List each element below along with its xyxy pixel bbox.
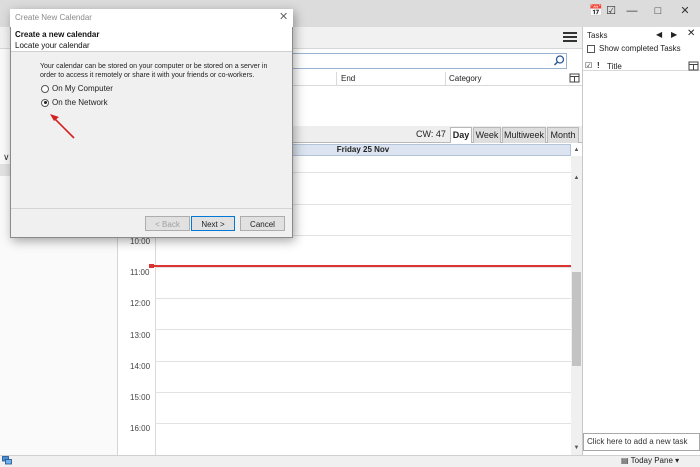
dialog-description: Your calendar can be stored on your comp… — [40, 63, 268, 79]
hour-label: 11:00 — [130, 268, 150, 277]
column-separator — [336, 72, 337, 85]
hour-label: 12:00 — [130, 299, 151, 308]
title-column[interactable]: Title — [607, 62, 622, 71]
dialog-close-icon[interactable]: ✕ — [279, 10, 288, 23]
hour-line — [155, 329, 571, 330]
chevron-down-icon: ▾ — [675, 456, 680, 465]
tab-week[interactable]: Week — [473, 127, 501, 143]
network-status-icon[interactable] — [2, 456, 12, 465]
previous-pane-icon[interactable]: ◀ — [656, 30, 662, 39]
hour-line — [155, 361, 571, 362]
column-separator — [445, 72, 446, 85]
completed-column-icon[interactable]: ☑ — [585, 61, 592, 70]
dialog-separator — [11, 208, 292, 209]
add-task-input[interactable]: Click here to add a new task — [583, 433, 700, 451]
radio-selected-icon[interactable] — [41, 98, 49, 107]
search-icon[interactable] — [552, 54, 566, 68]
radio-label: On My Computer — [52, 84, 113, 93]
tab-multiweek[interactable]: Multiweek — [502, 127, 546, 143]
back-button[interactable]: < Back — [145, 216, 190, 231]
scrollbar-thumb[interactable] — [572, 272, 581, 366]
cancel-button[interactable]: Cancel — [240, 216, 285, 231]
scroll-up-icon[interactable]: ▲ — [572, 175, 581, 181]
show-completed-tasks-checkbox[interactable]: Show completed Tasks — [587, 44, 681, 56]
calendar-week-label: CW: 47 — [416, 129, 446, 139]
hour-line — [155, 392, 571, 393]
checkbox-icon[interactable] — [587, 44, 595, 53]
tasks-pane-title: Tasks — [587, 31, 608, 40]
next-pane-icon[interactable]: ▶ — [671, 30, 677, 39]
tasks-list-header — [583, 58, 700, 71]
hour-label: 15:00 — [130, 393, 151, 402]
column-category[interactable]: Category — [449, 74, 481, 83]
annotation-arrow-icon — [50, 114, 75, 139]
today-pane-icon: ▤ — [621, 456, 629, 465]
column-end[interactable]: End — [341, 74, 355, 83]
next-button[interactable]: Next > — [191, 216, 235, 231]
hamburger-menu-icon[interactable] — [562, 30, 578, 44]
hour-line — [155, 267, 571, 268]
event-search-input[interactable] — [290, 53, 567, 69]
hour-line — [155, 298, 571, 299]
tasks-toggle-icon[interactable]: ☑ — [601, 4, 621, 18]
today-pane-button[interactable]: ▤ Today Pane ▾ — [621, 455, 679, 467]
radio-unselected-icon[interactable] — [41, 84, 49, 93]
close-window-button[interactable]: ✕ — [675, 4, 695, 18]
current-time-marker — [149, 264, 154, 268]
hour-label: 16:00 — [130, 424, 151, 433]
hour-line — [155, 423, 571, 424]
radio-label: On the Network — [52, 98, 108, 107]
close-pane-icon[interactable]: ✕ — [687, 28, 695, 39]
hour-label: 14:00 — [130, 362, 151, 371]
maximize-button[interactable]: □ — [648, 4, 668, 18]
radio-on-the-network[interactable]: On the Network — [41, 98, 108, 107]
column-picker-icon[interactable] — [688, 61, 699, 71]
dialog-window-title: Create New Calendar — [15, 13, 92, 22]
column-picker-icon[interactable] — [569, 73, 580, 83]
today-pane-label: Today Pane — [630, 456, 673, 465]
chevron-down-icon[interactable]: ∨ — [3, 152, 10, 163]
priority-column[interactable]: ! — [597, 61, 600, 70]
scroll-up-icon[interactable]: ▲ — [572, 147, 581, 153]
dialog-heading: Create a new calendar — [15, 30, 100, 39]
hour-label: 10:00 — [130, 237, 151, 246]
dialog-subheading: Locate your calendar — [15, 41, 90, 50]
current-time-indicator — [150, 265, 571, 267]
scroll-down-icon[interactable]: ▼ — [572, 445, 581, 451]
status-bar — [0, 455, 700, 467]
minimize-button[interactable]: — — [622, 4, 642, 18]
tasks-pane — [582, 27, 700, 455]
hour-label: 13:00 — [130, 331, 151, 340]
tab-day[interactable]: Day — [450, 127, 472, 143]
show-completed-label: Show completed Tasks — [599, 44, 681, 53]
tab-month[interactable]: Month — [547, 127, 579, 143]
radio-on-my-computer[interactable]: On My Computer — [41, 84, 113, 93]
